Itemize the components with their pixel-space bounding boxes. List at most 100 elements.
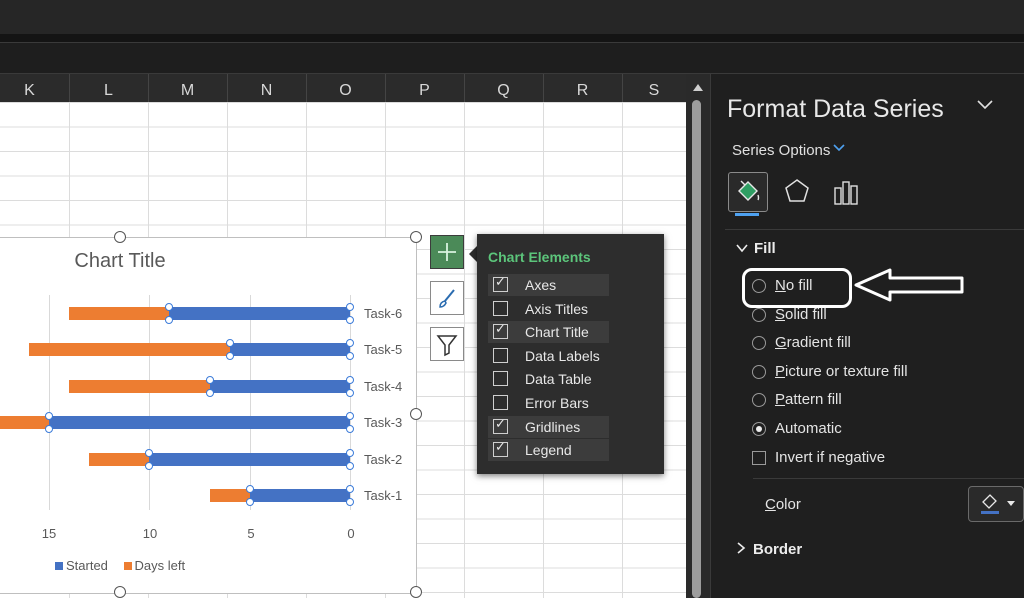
selection-point[interactable] [245, 498, 254, 506]
bar-started[interactable] [169, 306, 350, 320]
selection-point[interactable] [346, 485, 354, 493]
scrollbar-thumb[interactable] [692, 100, 701, 598]
fill-option-text: icture or texture fill [785, 362, 908, 380]
column-header[interactable]: L [69, 74, 149, 102]
chart-title[interactable]: Chart Title [60, 250, 180, 273]
column-header[interactable]: Q [464, 74, 544, 102]
accesskey: P [775, 391, 786, 409]
chevron-down-icon[interactable] [975, 96, 995, 117]
chevron-down-icon [736, 244, 748, 253]
legend-label: Days left [134, 558, 186, 573]
column-header[interactable]: R [543, 74, 623, 102]
checkbox[interactable] [493, 300, 508, 316]
fill-section-header[interactable]: Fill [736, 240, 776, 257]
series-options-dropdown[interactable]: Series Options [732, 142, 830, 159]
chart-element-item[interactable]: Axis Titles [488, 298, 609, 320]
selection-point[interactable] [245, 485, 254, 493]
selection-point[interactable] [45, 425, 53, 433]
selection-point[interactable] [346, 315, 354, 324]
chart-element-item[interactable]: Data Table [488, 368, 609, 390]
selection-point[interactable] [346, 448, 354, 457]
bar-days-left[interactable] [89, 452, 150, 466]
popup-pointer [469, 246, 477, 262]
chevron-down-icon[interactable] [832, 140, 846, 158]
resize-handle[interactable] [410, 586, 422, 598]
bar-days-left[interactable] [69, 379, 210, 393]
resize-handle[interactable] [410, 408, 422, 420]
bar-days-left[interactable] [209, 489, 250, 502]
bar-started[interactable] [209, 379, 350, 393]
formula-bar[interactable] [0, 42, 1024, 74]
chart-legend[interactable]: Started Days left [55, 558, 185, 573]
column-header[interactable]: O [306, 74, 386, 102]
bar-days-left[interactable] [28, 343, 230, 356]
bar-started[interactable] [229, 343, 350, 356]
fill-color-picker[interactable] [968, 486, 1024, 522]
paint-bucket-icon [738, 180, 760, 201]
divider [753, 478, 1024, 479]
fill-line-tab[interactable] [728, 172, 768, 212]
column-header[interactable]: N [227, 74, 307, 102]
chart-element-label: Gridlines [525, 418, 581, 435]
fill-option-label: Solid fill [775, 306, 827, 323]
selection-point[interactable] [346, 375, 354, 384]
column-header[interactable]: M [148, 74, 228, 102]
fill-option-text: olid fill [785, 305, 827, 323]
chart-element-label: Axes [525, 277, 557, 293]
chart-elements-title: Chart Elements [488, 249, 591, 265]
selection-point[interactable] [145, 448, 154, 457]
selection-point[interactable] [346, 412, 354, 420]
chart-element-item[interactable]: Data Labels [488, 345, 609, 367]
selection-point[interactable] [165, 302, 174, 311]
selection-point[interactable] [346, 352, 354, 360]
annotation-arrow-icon [854, 268, 964, 302]
selection-point[interactable] [346, 339, 354, 347]
bar-started[interactable] [49, 416, 350, 429]
chart-element-item[interactable]: ✓ Axes [488, 274, 609, 296]
chart-filters-button[interactable] [430, 327, 464, 361]
effects-tab[interactable] [783, 177, 811, 210]
chart-styles-button[interactable] [430, 281, 464, 315]
selection-point[interactable] [45, 412, 53, 420]
selection-point[interactable] [346, 388, 354, 397]
selection-point[interactable] [225, 352, 234, 360]
column-header[interactable]: P [385, 74, 465, 102]
checkbox[interactable] [493, 395, 508, 410]
resize-handle[interactable] [114, 586, 126, 598]
border-section-header[interactable]: Border [736, 541, 802, 558]
column-header[interactable]: S [622, 74, 686, 102]
color-label-rest: olor [775, 496, 801, 513]
chart-element-item[interactable]: ✓ Gridlines [488, 415, 609, 438]
checkbox[interactable] [493, 347, 508, 363]
selection-point[interactable] [346, 498, 354, 506]
radio-button[interactable] [752, 422, 766, 436]
selection-point[interactable] [205, 375, 214, 384]
checkbox[interactable] [752, 451, 766, 465]
bar-started[interactable] [149, 452, 350, 466]
chart-element-item[interactable]: ✓ Legend [488, 439, 609, 462]
selection-point[interactable] [346, 425, 354, 433]
bar-days-left[interactable] [69, 306, 170, 320]
chart-elements-button[interactable] [430, 235, 464, 269]
accesskey: C [765, 496, 776, 513]
radio-button[interactable] [752, 364, 766, 379]
resize-handle[interactable] [410, 231, 422, 243]
bar-days-left[interactable] [0, 416, 49, 429]
chart-element-item[interactable]: ✓ Chart Title [488, 321, 609, 344]
radio-button[interactable] [752, 307, 766, 322]
selection-point[interactable] [205, 388, 214, 397]
resize-handle[interactable] [114, 231, 126, 243]
bar-started[interactable] [249, 489, 350, 502]
accesskey: G [775, 334, 787, 352]
column-header[interactable]: K [0, 74, 70, 102]
chart-element-item[interactable]: Error Bars [488, 392, 609, 414]
selection-point[interactable] [346, 461, 354, 470]
scroll-up-arrow-icon[interactable] [693, 84, 703, 91]
series-options-tab[interactable] [832, 178, 860, 211]
selection-point[interactable] [225, 339, 234, 347]
invert-if-negative-label: Invert if negative [775, 449, 886, 466]
selection-point[interactable] [165, 315, 174, 324]
selection-point[interactable] [346, 302, 354, 311]
checkbox[interactable] [493, 371, 508, 387]
selection-point[interactable] [145, 461, 154, 470]
